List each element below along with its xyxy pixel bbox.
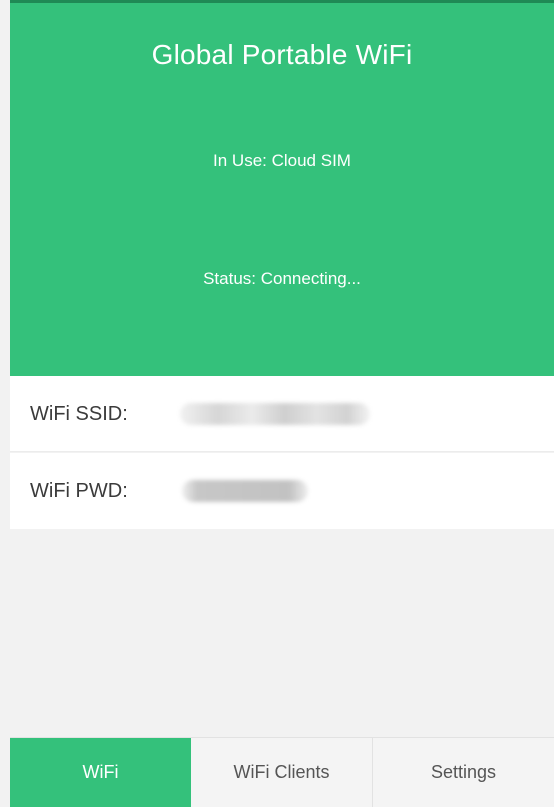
app-title: Global Portable WiFi [151, 39, 413, 70]
wifi-ssid-value-redacted [180, 403, 370, 425]
tab-wifi-clients[interactable]: WiFi Clients [191, 738, 373, 807]
wifi-ssid-label: WiFi SSID: [30, 403, 128, 425]
tab-settings[interactable]: Settings [373, 738, 554, 807]
bottom-tab-bar: WiFi WiFi Clients Settings [10, 737, 554, 807]
wifi-pwd-row: WiFi PWD: [10, 453, 554, 529]
wifi-pwd-value-redacted [182, 480, 308, 502]
in-use-label: In Use: Cloud SIM [213, 151, 351, 170]
wifi-ssid-row: WiFi SSID: [10, 376, 554, 452]
app-screen: Global Portable WiFi In Use: Cloud SIM S… [0, 0, 554, 807]
tab-wifi[interactable]: WiFi [10, 738, 191, 807]
status-header: Global Portable WiFi In Use: Cloud SIM S… [10, 0, 554, 376]
wifi-pwd-label: WiFi PWD: [30, 480, 128, 502]
connection-status: Status: Connecting... [203, 269, 361, 288]
